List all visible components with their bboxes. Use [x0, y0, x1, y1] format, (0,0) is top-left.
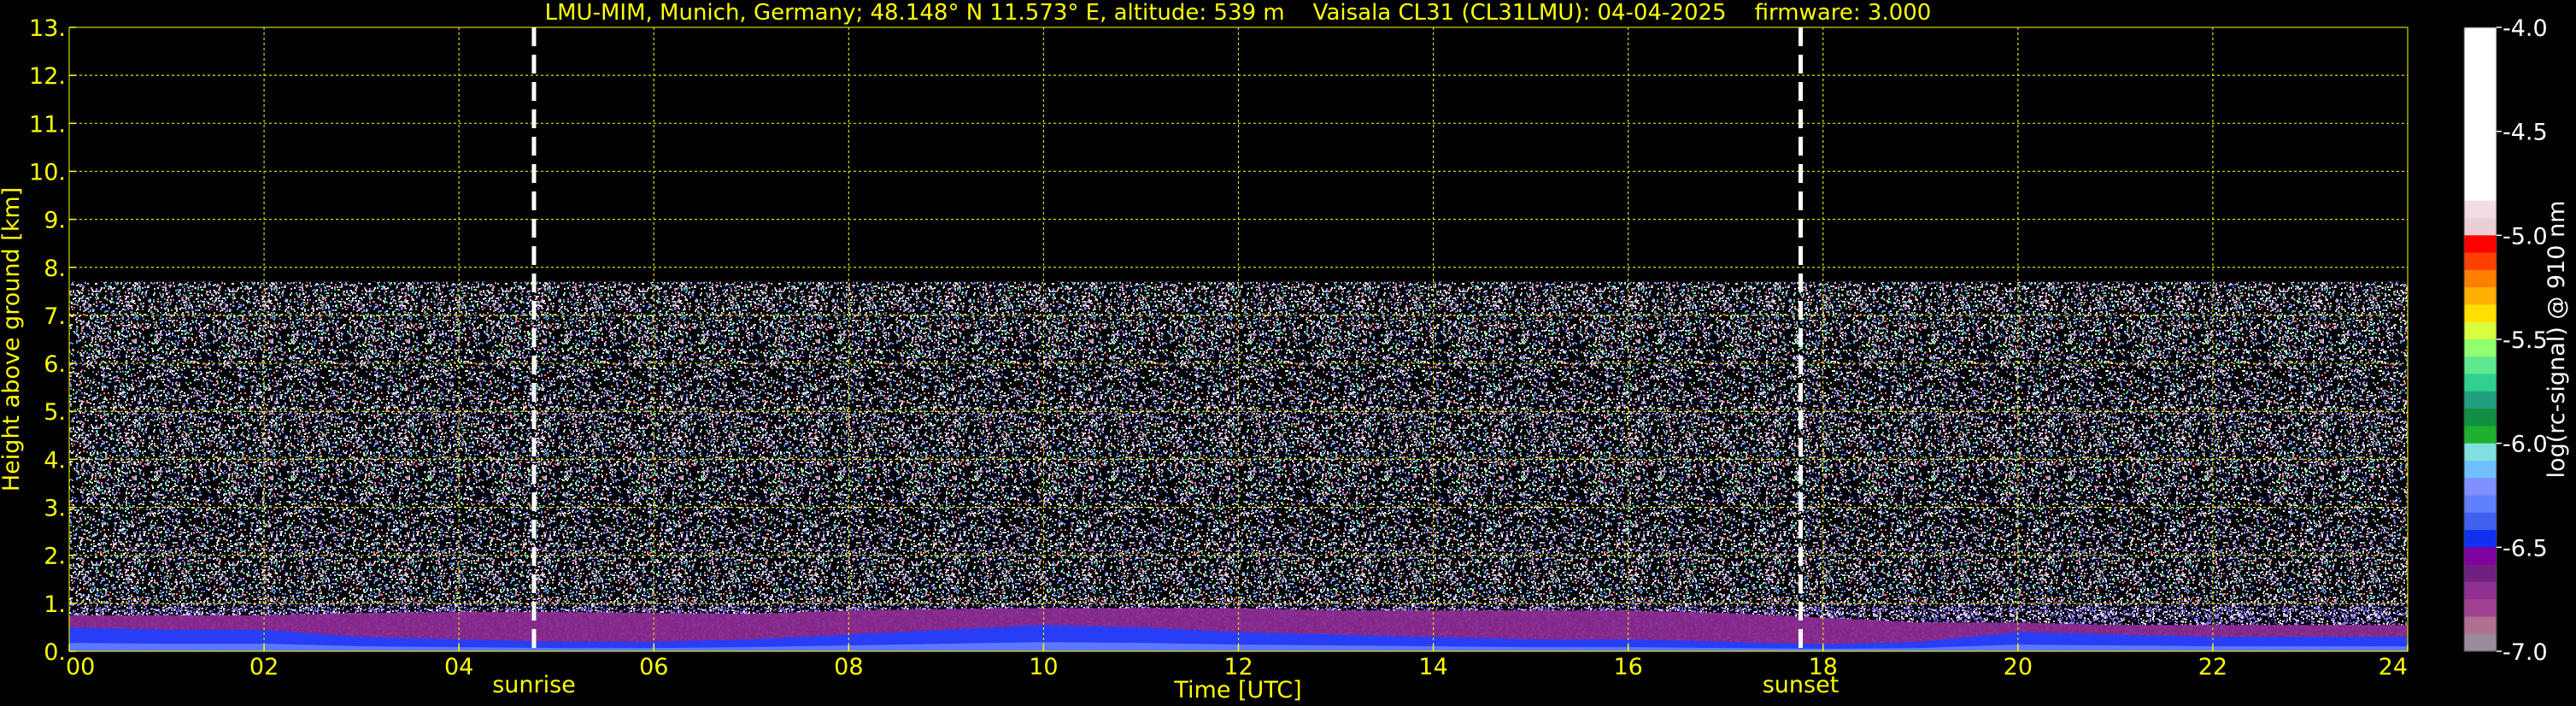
x-tick-label: 08 — [834, 654, 863, 680]
x-tick-label: 10 — [1029, 654, 1058, 680]
colorbar-segment — [2464, 269, 2497, 288]
x-tick-label: 18 — [1809, 654, 1838, 680]
y-axis-label: Height above ground [km] — [0, 187, 25, 491]
colorbar-tick-label: -7.0 — [2503, 639, 2548, 666]
y-tick-label: 12. — [29, 63, 66, 90]
colorbar-segment — [2464, 114, 2497, 132]
colorbar-tick-label: -6.0 — [2503, 432, 2548, 458]
colorbar-segment — [2464, 304, 2497, 323]
x-tick-label: 16 — [1613, 654, 1642, 680]
chart-title: LMU-MIM, Munich, Germany; 48.148° N 11.5… — [545, 0, 1932, 26]
x-tick-label: 20 — [2004, 654, 2033, 680]
y-tick-label: 5. — [44, 399, 66, 426]
colorbar-segment — [2464, 27, 2497, 45]
colorbar-label: log(rc-signal) @ 910 nm — [2544, 201, 2570, 479]
y-tick-label: 7. — [44, 303, 66, 330]
colorbar-segment — [2464, 218, 2497, 236]
marker-label-sunrise: sunrise — [492, 672, 576, 698]
colorbar-segment — [2464, 426, 2497, 444]
colorbar-segment — [2464, 356, 2497, 375]
colorbar-segment — [2464, 547, 2497, 566]
colorbar-segment — [2464, 581, 2497, 600]
y-tick-label: 10. — [29, 159, 66, 185]
colorbar-segment — [2464, 166, 2497, 185]
y-tick-label: 11. — [29, 111, 66, 138]
colorbar-tick-label: -4.0 — [2503, 15, 2548, 42]
y-tick-label: 6. — [44, 351, 66, 378]
colorbar-tick-label: -5.5 — [2503, 327, 2548, 354]
x-tick-label: 00 — [66, 654, 95, 680]
colorbar-tick-label: -5.0 — [2503, 223, 2548, 250]
colorbar-tick-label: -4.5 — [2503, 120, 2548, 146]
colorbar-segment — [2464, 287, 2497, 306]
colorbar-segment — [2464, 183, 2497, 202]
colorbar-segment — [2464, 495, 2497, 514]
colorbar-segment — [2464, 530, 2497, 548]
x-tick-label: 14 — [1418, 654, 1447, 680]
colorbar-segment — [2464, 339, 2497, 357]
x-tick-label: 06 — [639, 654, 668, 680]
colorbar-segment — [2464, 131, 2497, 150]
x-axis-label: Time [UTC] — [1173, 677, 1301, 703]
colorbar-segment — [2464, 200, 2497, 219]
y-tick-label: 8. — [44, 256, 66, 282]
colorbar-segment — [2464, 62, 2497, 80]
ceilometer-figure: sunrise sunset 00 02 04 06 08 10 12 14 16 18 20 22 24… — [0, 0, 2576, 706]
colorbar-segment — [2464, 512, 2497, 531]
colorbar-segment — [2464, 44, 2497, 63]
x-tick-label: 02 — [249, 654, 279, 680]
colorbar-segment — [2464, 374, 2497, 392]
y-tick-label: 4. — [44, 447, 66, 474]
y-tick-label: 2. — [44, 544, 66, 570]
colorbar-tick-label: -6.5 — [2503, 535, 2548, 562]
y-tick-label: 1. — [44, 591, 66, 618]
colorbar-segment — [2464, 564, 2497, 583]
colorbar-segment — [2464, 97, 2497, 115]
colorbar-segment — [2464, 616, 2497, 635]
colorbar-segment — [2464, 460, 2497, 479]
colorbar-segment — [2464, 148, 2497, 167]
y-tick-label: 0. — [44, 639, 66, 666]
x-tick-label: 22 — [2198, 654, 2227, 680]
colorbar-segment — [2464, 478, 2497, 497]
colorbar-segment — [2464, 79, 2497, 97]
x-tick-label: 04 — [444, 654, 473, 680]
colorbar-segment — [2464, 252, 2497, 271]
colorbar-segment — [2464, 633, 2497, 652]
y-tick-label: 13. — [29, 15, 66, 42]
colorbar-segment — [2464, 235, 2497, 254]
y-tick-label: 9. — [44, 208, 66, 234]
x-tick-label: 24 — [2379, 654, 2408, 680]
y-tick-label: 3. — [44, 496, 66, 522]
colorbar-segment — [2464, 321, 2497, 340]
colorbar-segment — [2464, 599, 2497, 618]
colorbar-segment — [2464, 409, 2497, 427]
colorbar-segment — [2464, 391, 2497, 409]
colorbar-segment — [2464, 443, 2497, 462]
